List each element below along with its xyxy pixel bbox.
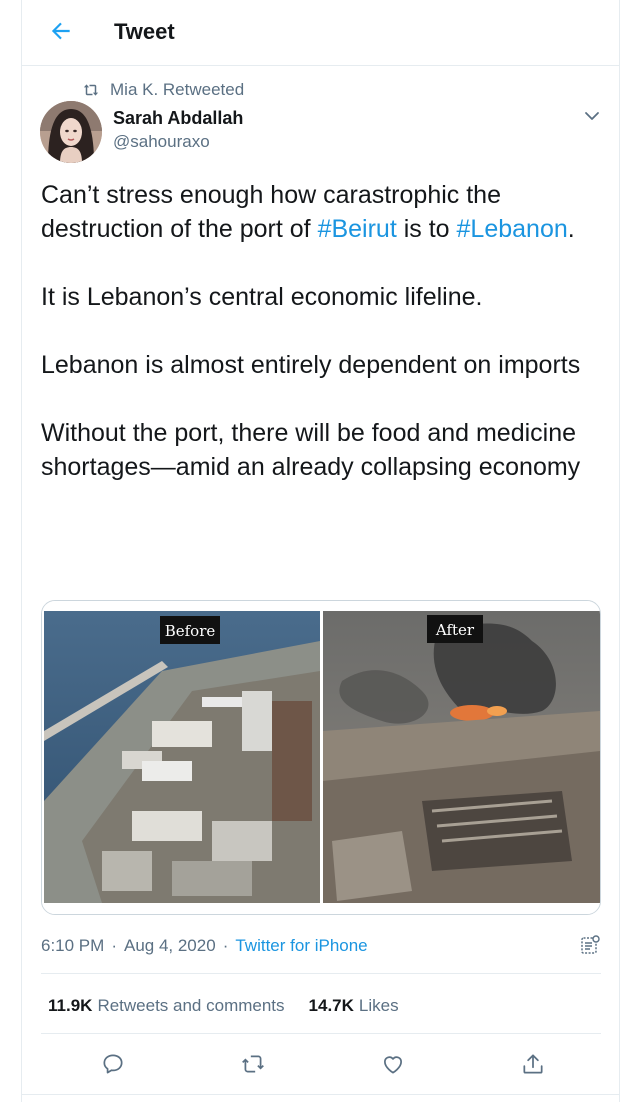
hashtag-lebanon-link[interactable]: #Lebanon <box>457 215 568 243</box>
tweet-text: Can’t stress enough how carastrophic the… <box>41 178 606 484</box>
share-icon <box>523 1054 543 1074</box>
analytics-icon <box>581 935 600 954</box>
heart-icon <box>384 1056 402 1074</box>
hashtag-beirut-link[interactable]: #Beirut <box>318 215 397 243</box>
author-handle[interactable]: @sahouraxo <box>113 132 210 152</box>
retweets-count: 11.9K <box>48 996 93 1015</box>
like-button[interactable] <box>380 1051 406 1077</box>
after-photo: After <box>323 611 600 903</box>
more-options-button[interactable] <box>580 104 604 128</box>
tweet-paragraph: Lebanon is almost entirely dependent on … <box>41 351 581 379</box>
page-header: Tweet <box>22 0 619 66</box>
divider <box>41 973 601 974</box>
retweet-icon <box>242 1055 264 1073</box>
meta-separator: · <box>222 936 229 955</box>
after-label: After <box>435 621 475 639</box>
before-label: Before <box>165 622 216 640</box>
retweet-icon <box>83 84 99 96</box>
tweet-metadata: 6:10 PM · Aug 4, 2020 · Twitter for iPho… <box>41 934 368 958</box>
tweet-source-link[interactable]: Twitter for iPhone <box>235 936 367 956</box>
likes-label: Likes <box>358 996 399 1015</box>
analytics-button[interactable] <box>578 933 602 957</box>
tweet-date[interactable]: Aug 4, 2020 <box>124 936 216 956</box>
back-button[interactable] <box>48 18 74 44</box>
tweet-text-part: . <box>567 215 575 243</box>
author-name[interactable]: Sarah Abdallah <box>113 108 243 129</box>
tweet-stats: 11.9K Retweets and comments 14.7K Likes <box>48 994 423 1018</box>
reply-button[interactable] <box>100 1051 126 1077</box>
tweet-paragraph: Without the port, there will be food and… <box>41 419 583 481</box>
avatar-image <box>40 101 102 163</box>
divider <box>41 1033 601 1034</box>
retweets-label: Retweets and comments <box>97 996 285 1015</box>
tweet-time[interactable]: 6:10 PM <box>41 936 104 956</box>
page-title: Tweet <box>114 19 175 44</box>
retweet-label: Mia K. Retweeted <box>110 80 245 99</box>
retweets-stat-link[interactable]: 11.9K Retweets and comments <box>48 996 285 1016</box>
divider <box>22 1094 619 1095</box>
retweet-context[interactable]: Mia K. Retweeted <box>82 80 244 100</box>
reply-icon <box>103 1054 123 1074</box>
chevron-down-icon <box>585 112 599 120</box>
avatar[interactable] <box>40 101 102 163</box>
meta-separator: · <box>111 936 117 955</box>
before-photo: Before <box>44 611 320 903</box>
tweet-column: Tweet Mia K. Retweeted Sarah Abdallah @s… <box>21 0 620 1102</box>
share-button[interactable] <box>520 1051 546 1077</box>
before-after-photo: Before After <box>42 601 600 914</box>
arrow-left-icon <box>51 22 70 40</box>
likes-count: 14.7K <box>308 996 354 1015</box>
tweet-media-image[interactable]: Before After <box>41 600 601 915</box>
tweet-text-part: is to <box>396 215 457 243</box>
tweet-paragraph: It is Lebanon’s central economic lifelin… <box>41 283 483 311</box>
tweet-actions-bar <box>22 1044 619 1086</box>
likes-stat-link[interactable]: 14.7K Likes <box>309 996 399 1016</box>
retweet-button[interactable] <box>240 1051 266 1077</box>
